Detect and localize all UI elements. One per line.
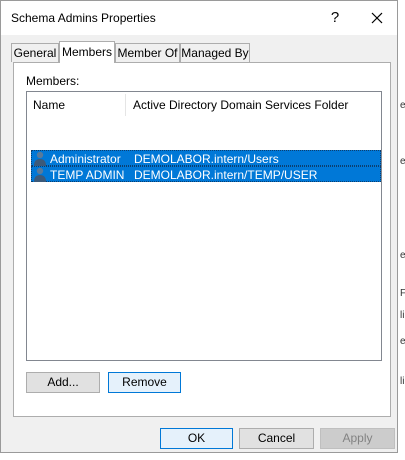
cancel-button[interactable]: Cancel [239, 428, 314, 449]
column-header-name[interactable]: Name [33, 98, 65, 112]
close-icon [371, 12, 383, 24]
user-icon [34, 167, 46, 182]
help-button[interactable]: ? [315, 3, 355, 33]
column-divider[interactable] [125, 94, 126, 116]
members-list[interactable]: Name Active Directory Domain Services Fo… [26, 91, 382, 361]
dialog-title: Schema Admins Properties [11, 11, 156, 25]
member-folder: DEMOLABOR.intern/TEMP/USER [134, 168, 318, 182]
tab-general[interactable]: General [11, 43, 59, 62]
background-text-fragment: e [400, 100, 405, 111]
member-row-temp-admin[interactable]: TEMP ADMIN DEMOLABOR.intern/TEMP/USER [31, 166, 381, 182]
user-icon [34, 151, 46, 166]
column-header-folder[interactable]: Active Directory Domain Services Folder [133, 98, 348, 112]
background-text-fragment: e [400, 250, 405, 261]
members-label: Members: [26, 74, 80, 88]
member-row-administrator[interactable]: Administrator DEMOLABOR.intern/Users [31, 150, 381, 166]
ok-button[interactable]: OK [160, 428, 233, 449]
tab-member-of[interactable]: Member Of [115, 43, 180, 62]
title-bar: Schema Admins Properties ? [1, 1, 397, 35]
member-folder: DEMOLABOR.intern/Users [134, 152, 279, 166]
help-icon: ? [330, 9, 340, 26]
background-text-fragment: li [400, 310, 405, 321]
background-text-fragment: e [400, 156, 405, 167]
add-button[interactable]: Add... [26, 372, 100, 393]
background-text-fragment: li [400, 376, 405, 387]
background-window-edge [3, 453, 401, 460]
member-name: Administrator [50, 152, 121, 166]
remove-button[interactable]: Remove [108, 372, 181, 393]
close-button[interactable] [357, 3, 397, 33]
background-text-fragment: F [400, 288, 405, 299]
tab-members[interactable]: Members [59, 41, 115, 63]
members-tab-panel: Members: Name Active Directory Domain Se… [13, 62, 391, 417]
properties-dialog: Schema Admins Properties ? General Membe… [0, 0, 398, 453]
background-window-edge [398, 0, 405, 460]
tab-managed-by[interactable]: Managed By [180, 43, 250, 62]
apply-button[interactable]: Apply [320, 428, 395, 449]
background-text-fragment: e [400, 336, 405, 347]
list-header: Name Active Directory Domain Services Fo… [27, 92, 381, 118]
member-name: TEMP ADMIN [50, 168, 125, 182]
